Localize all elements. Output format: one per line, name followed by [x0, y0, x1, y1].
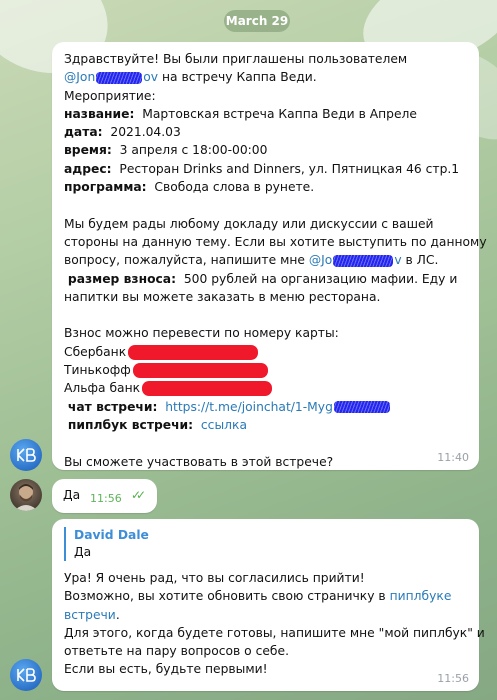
- read-double-check-icon: ✓✓: [131, 488, 146, 502]
- event-name-row: название: Мартовская встреча Каппа Веди …: [64, 105, 467, 123]
- fee-row: размер взноса: 500 рублей на организацию…: [64, 270, 467, 288]
- bank-name: Альфа банк: [64, 381, 141, 396]
- event-heading: Мероприятие:: [64, 88, 156, 103]
- event-address-row: адрес: Ресторан Drinks and Dinners, ул. …: [64, 160, 467, 178]
- field-label: адрес:: [64, 161, 112, 176]
- card-number-redaction: [142, 381, 273, 397]
- message-text: Возможно, вы хотите обновить свою страни…: [64, 589, 386, 604]
- card-number-redaction: [128, 344, 259, 360]
- field-value: 2021.04.03: [110, 125, 181, 140]
- bank-row: Сбербанк: [64, 343, 467, 361]
- field-value: Ресторан Drinks and Dinners, ул. Пятницк…: [119, 161, 460, 176]
- quote-text: Да: [74, 545, 92, 559]
- message-line: @Jon ov на встречу Каппа Веди.: [64, 68, 467, 86]
- message-line: Если вы есть, будьте первыми!: [64, 662, 268, 677]
- greet-suffix: на встречу Каппа Веди.: [161, 70, 317, 85]
- message-time: 11:40: [437, 451, 469, 464]
- chat-link[interactable]: https://t.me/joinchat/1-Myg: [165, 400, 391, 414]
- field-label: размер взноса:: [67, 271, 177, 286]
- event-program-row: программа: Свобода слова в рунете.: [64, 178, 467, 196]
- message-time: 11:56: [437, 672, 469, 685]
- message-line: вопросу, пожалуйста, напишите мне @Jo v в…: [64, 251, 467, 269]
- greet-text: Здравствуйте! Вы были приглашены пользов…: [64, 52, 408, 66]
- message-line: Возможно, вы хотите обновить свою страни…: [64, 587, 467, 605]
- bot-avatar[interactable]: [10, 659, 42, 691]
- event-time-row: время: 3 апреля с 18:00-00:00: [64, 141, 467, 159]
- bank-name: Тинькофф: [64, 363, 131, 378]
- bank-row: Альфа банк: [64, 379, 467, 397]
- question-text: Вы сможете участвовать в этой встрече?: [64, 454, 334, 469]
- kv-logo-icon: [17, 448, 36, 462]
- date-separator: March 29: [224, 10, 290, 32]
- peoplebook-link[interactable]: пиплбуке: [390, 589, 452, 603]
- card-number-redaction: [132, 363, 268, 379]
- message-bubble-invitation[interactable]: Здравствуйте! Вы были приглашены пользов…: [52, 42, 487, 470]
- message-line: встречи.: [64, 606, 467, 624]
- peoplebook-row: пиплбук встречи: ссылка: [64, 416, 467, 434]
- bank-name: Сбербанк: [64, 344, 127, 359]
- inviter-mention[interactable]: @Jon ov: [64, 70, 158, 84]
- message-line: Для этого, когда будете готовы, напишите…: [64, 625, 485, 640]
- scribble-redaction: [333, 254, 394, 267]
- reply-text: Да: [63, 488, 81, 502]
- bank-row: Тинькофф: [64, 361, 467, 379]
- message-line: Ура! Я очень рад, что вы согласились при…: [64, 571, 365, 585]
- field-label: чат встречи:: [67, 399, 158, 414]
- field-label: пиплбук встречи:: [67, 417, 194, 432]
- message-text: в ЛС.: [405, 253, 439, 268]
- message-line: стороны на данную тему. Если вы хотите в…: [64, 234, 487, 249]
- message-bubble-followup[interactable]: David Dale Да Ура! Я очень рад, что вы с…: [52, 519, 485, 691]
- field-value: Мартовская встреча Каппа Веди в Апреле: [142, 106, 417, 121]
- organizer-mention[interactable]: @Jo v: [309, 253, 402, 267]
- message-line: Взнос можно перевести по номеру карты:: [64, 326, 339, 341]
- field-value: 500 рублей на организацию мафии. Еду и: [183, 271, 458, 286]
- field-label: время:: [64, 143, 112, 158]
- message-text: .: [115, 607, 120, 622]
- kv-logo-icon: [17, 668, 36, 682]
- user-avatar[interactable]: [10, 479, 42, 511]
- message-text: вопросу, пожалуйста, напишите мне: [64, 253, 305, 268]
- chat-row: чат встречи: https://t.me/joinchat/1-Myg: [64, 398, 467, 416]
- field-value: Свобода слова в рунете.: [154, 180, 315, 195]
- field-value: 3 апреля с 18:00-00:00: [119, 143, 268, 158]
- message-bubble-reply[interactable]: Да 11:56 ✓✓: [52, 479, 157, 513]
- message-line: Мы будем рады любому докладу или дискусс…: [64, 216, 434, 231]
- user-photo-icon: [14, 484, 38, 511]
- message-line: напитки вы можете заказать в меню рестор…: [64, 289, 381, 304]
- field-label: дата:: [64, 125, 103, 140]
- peoplebook-link[interactable]: встречи: [64, 608, 116, 622]
- bot-avatar[interactable]: [10, 439, 42, 471]
- scribble-redaction: [96, 71, 143, 84]
- field-label: программа:: [64, 180, 147, 195]
- scribble-redaction: [333, 401, 390, 414]
- message-line: ответьте на пару вопросов о себе.: [64, 644, 289, 659]
- message-time: 11:56: [90, 492, 122, 505]
- reply-quote[interactable]: David Dale Да: [64, 527, 467, 561]
- peoplebook-link[interactable]: ссылка: [201, 418, 247, 432]
- message-line: Здравствуйте! Вы были приглашены пользов…: [64, 50, 467, 68]
- event-date-row: дата: 2021.04.03: [64, 123, 467, 141]
- quote-author: David Dale: [74, 528, 149, 542]
- field-label: название:: [64, 106, 135, 121]
